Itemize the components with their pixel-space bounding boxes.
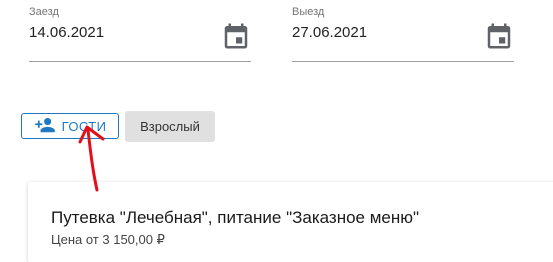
person-add-icon (34, 118, 55, 133)
guests-button-label: ГОСТИ (61, 118, 107, 134)
add-guests-button[interactable]: ГОСТИ (21, 113, 119, 139)
offer-title: Путевка "Лечебная", питание "Заказное ме… (51, 208, 420, 227)
guest-chip-label: Взрослый (140, 119, 200, 134)
checkin-label: Заезд (29, 6, 59, 18)
checkin-date-field[interactable]: Заезд 14.06.2021 (29, 0, 251, 62)
checkin-underline (29, 61, 251, 62)
offer-card[interactable]: Путевка "Лечебная", питание "Заказное ме… (28, 182, 553, 262)
offer-price: Цена от 3 150,00 ₽ (51, 232, 165, 247)
checkout-date-field[interactable]: Выезд 27.06.2021 (292, 0, 514, 62)
guest-chip-adult[interactable]: Взрослый (125, 111, 215, 142)
calendar-icon[interactable] (484, 20, 514, 52)
checkout-underline (292, 61, 514, 62)
checkout-label: Выезд (292, 6, 325, 18)
calendar-icon[interactable] (221, 20, 251, 52)
checkout-value[interactable]: 27.06.2021 (292, 24, 367, 41)
checkin-value[interactable]: 14.06.2021 (29, 24, 104, 41)
